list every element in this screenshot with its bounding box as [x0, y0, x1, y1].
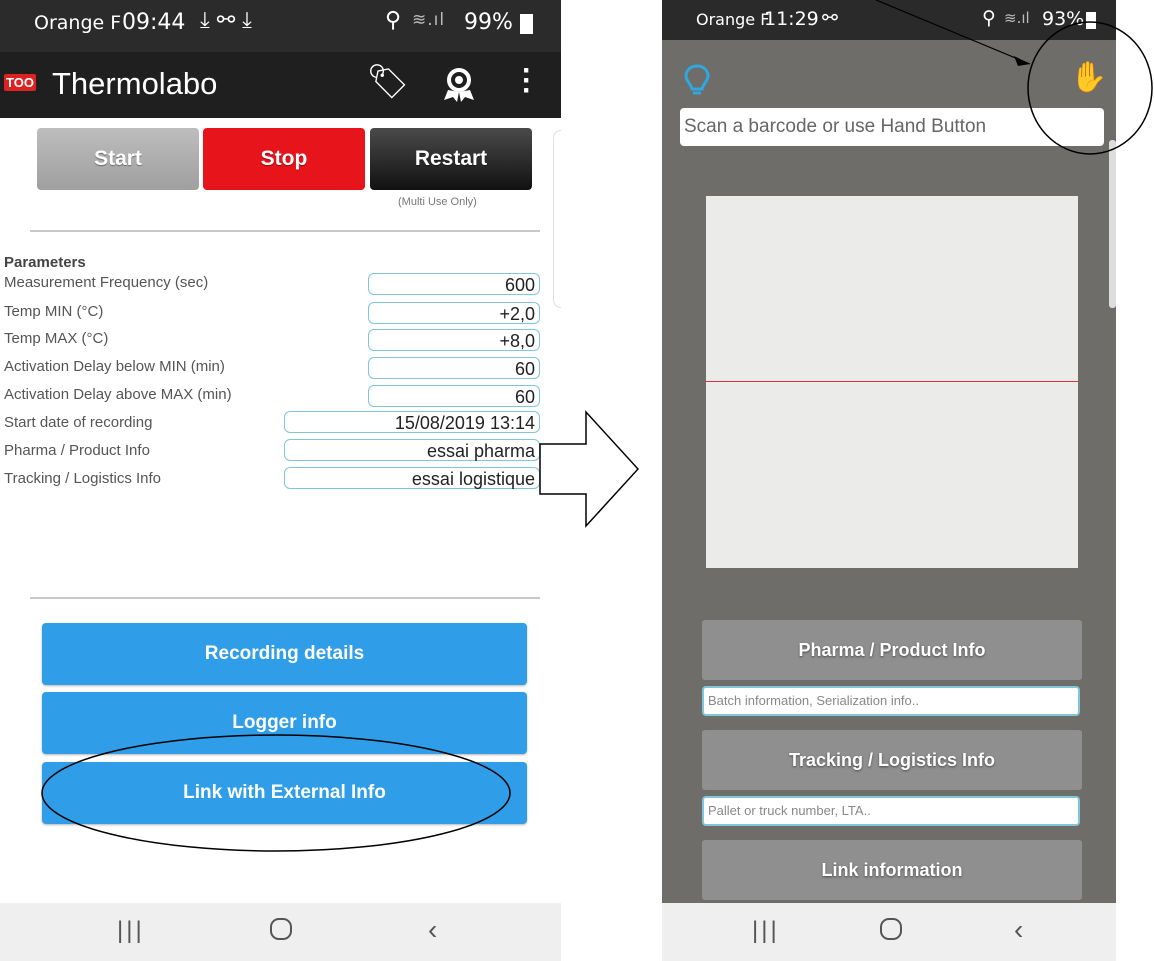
restart-note: (Multi Use Only)	[398, 196, 477, 208]
logger-info-button[interactable]: Logger info	[42, 692, 527, 754]
barcode-search-placeholder: Scan a barcode or use Hand Button	[684, 116, 987, 137]
location-icon: ⚲	[982, 7, 996, 29]
divider	[30, 597, 540, 599]
left-phone-screen: Orange F 09:44 ⤓ ⚯ ⤓ ⚲ ≋.ıl 99% TOO Ther…	[0, 0, 561, 961]
back-icon[interactable]: ‹	[1014, 914, 1023, 946]
transition-arrow-icon	[539, 410, 640, 528]
signal-icon: ≋.ıl	[1004, 9, 1030, 27]
back-icon[interactable]: ‹	[428, 914, 437, 946]
parameters-heading: Parameters	[4, 254, 86, 271]
link-external-info-button[interactable]: Link with External Info	[42, 762, 527, 824]
start-date-field[interactable]: 15/08/2019 13:14	[284, 411, 540, 433]
param-label: Temp MIN (°C)	[4, 303, 104, 320]
clock-label: 11:29	[764, 8, 819, 30]
delay-above-max-field[interactable]: 60	[368, 385, 540, 407]
location-icon: ⚲	[385, 8, 402, 33]
param-label: Tracking / Logistics Info	[4, 470, 162, 487]
home-icon[interactable]	[880, 918, 902, 940]
param-label: Activation Delay below MIN (min)	[4, 358, 225, 375]
award-icon[interactable]	[440, 66, 478, 104]
notification-icon: ⚯	[822, 7, 838, 29]
recent-apps-icon[interactable]: |||	[752, 917, 780, 945]
measurement-frequency-field[interactable]: 600	[368, 273, 540, 295]
param-label: Pharma / Product Info	[4, 442, 150, 459]
overflow-menu-icon[interactable]: · · ·	[522, 56, 532, 106]
barcode-search-input[interactable]: Scan a barcode or use Hand Button	[680, 108, 1104, 146]
app-logo: TOO	[4, 74, 36, 91]
carrier-label: Orange F	[696, 10, 770, 29]
app-bar: TOO Thermolabo 🏷 · · ·	[0, 52, 561, 118]
param-label: Activation Delay above MAX (min)	[4, 386, 232, 403]
divider	[30, 230, 540, 232]
recent-apps-icon[interactable]: |||	[117, 917, 145, 945]
pharma-product-info-button[interactable]: Pharma / Product Info	[702, 620, 1082, 680]
flashlight-bulb-icon[interactable]	[684, 64, 710, 96]
app-title: Thermolabo	[52, 66, 218, 101]
battery-percent: 99%	[464, 10, 513, 35]
download-icon: ⤓ ⚯ ⤓	[200, 8, 252, 33]
hand-button-icon[interactable]: ✋	[1070, 60, 1107, 95]
pharma-info-field[interactable]: essai pharma	[284, 439, 540, 461]
carrier-label: Orange F	[34, 12, 122, 34]
start-button[interactable]: Start	[37, 128, 199, 190]
scrollbar[interactable]	[1109, 140, 1116, 308]
temp-max-field[interactable]: +8,0	[368, 329, 540, 351]
camera-viewfinder	[706, 196, 1078, 568]
battery-icon	[520, 14, 533, 34]
restart-button[interactable]: Restart	[370, 128, 532, 190]
recording-details-button[interactable]: Recording details	[42, 623, 527, 685]
param-label: Start date of recording	[4, 414, 153, 431]
stop-button[interactable]: Stop	[203, 128, 365, 190]
status-bar: Orange F 09:44 ⤓ ⚯ ⤓ ⚲ ≋.ıl 99%	[0, 0, 561, 52]
signal-icon: ≋.ıl	[412, 10, 446, 30]
clock-label: 09:44	[122, 10, 186, 35]
nav-bar: ||| ‹	[662, 903, 1116, 961]
battery-icon	[1086, 12, 1096, 29]
right-phone-screen: Orange F 11:29 ⚯ ⚲ ≋.ıl 93% ✋ Scan a bar…	[662, 0, 1116, 961]
tracking-logistics-info-button[interactable]: Tracking / Logistics Info	[702, 730, 1082, 790]
temp-min-field[interactable]: +2,0	[368, 302, 540, 324]
delay-below-min-field[interactable]: 60	[368, 357, 540, 379]
scan-line	[706, 381, 1078, 382]
param-label: Measurement Frequency (sec)	[4, 274, 209, 291]
home-icon[interactable]	[270, 918, 292, 940]
tracking-info-input[interactable]: Pallet or truck number, LTA..	[702, 796, 1080, 826]
tracking-info-field[interactable]: essai logistique	[284, 467, 540, 489]
nav-bar: ||| ‹	[0, 903, 561, 961]
param-label: Temp MAX (°C)	[4, 330, 109, 347]
status-bar: Orange F 11:29 ⚯ ⚲ ≋.ıl 93%	[662, 0, 1116, 40]
scroll-indicator[interactable]	[553, 130, 561, 308]
tag-icon[interactable]: 🏷	[366, 62, 409, 102]
link-information-button[interactable]: Link information	[702, 840, 1082, 900]
pharma-info-input[interactable]: Batch information, Serialization info..	[702, 686, 1080, 716]
battery-percent: 93%	[1042, 8, 1085, 30]
